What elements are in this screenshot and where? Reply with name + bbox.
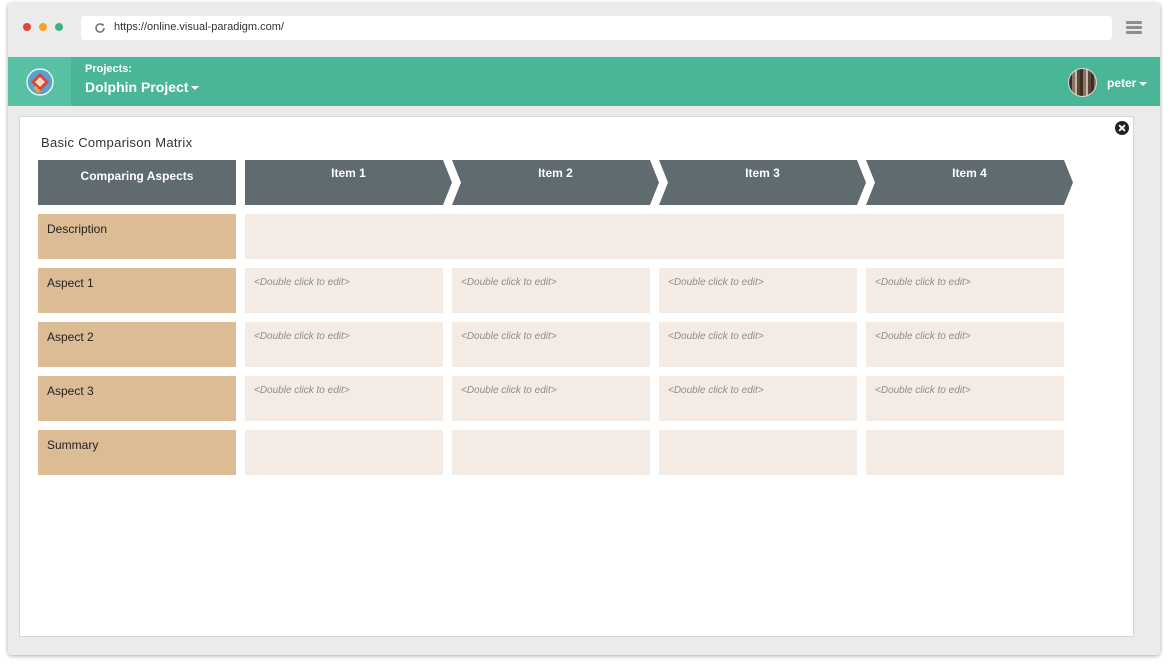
- row-label-aspect-3[interactable]: Aspect 3: [38, 376, 236, 421]
- description-cell[interactable]: [245, 214, 1064, 259]
- cell-aspect-2-item-2[interactable]: <Double click to edit>: [452, 322, 650, 367]
- close-icon[interactable]: [1115, 121, 1129, 135]
- matrix-title[interactable]: Basic Comparison Matrix: [41, 135, 192, 150]
- user-menu[interactable]: peter: [1107, 76, 1148, 90]
- cell-aspect-2-item-3[interactable]: <Double click to edit>: [659, 322, 857, 367]
- avatar[interactable]: [1068, 68, 1097, 97]
- item-label: Item 1: [331, 166, 366, 180]
- cell-aspect-1-item-2[interactable]: <Double click to edit>: [452, 268, 650, 313]
- address-bar[interactable]: https://online.visual-paradigm.com/: [81, 16, 1112, 40]
- item-header-3[interactable]: Item 3: [659, 160, 866, 205]
- reload-icon[interactable]: [94, 22, 106, 34]
- cell-aspect-3-item-1[interactable]: <Double click to edit>: [245, 376, 443, 421]
- cell-summary-item-1[interactable]: [245, 430, 443, 475]
- maximize-window-button[interactable]: [55, 23, 63, 31]
- url-text: https://online.visual-paradigm.com/: [114, 21, 284, 33]
- item-header-2[interactable]: Item 2: [452, 160, 659, 205]
- row-label-aspect-1[interactable]: Aspect 1: [38, 268, 236, 313]
- cell-aspect-2-item-1[interactable]: <Double click to edit>: [245, 322, 443, 367]
- comparing-aspects-header[interactable]: Comparing Aspects: [38, 160, 236, 205]
- item-header-1[interactable]: Item 1: [245, 160, 452, 205]
- browser-chrome: https://online.visual-paradigm.com/: [8, 3, 1160, 57]
- projects-label: Projects:: [85, 63, 133, 75]
- user-name: peter: [1107, 76, 1137, 90]
- hamburger-menu-icon[interactable]: [1126, 21, 1142, 35]
- app-logo[interactable]: [8, 57, 71, 106]
- item-header-4[interactable]: Item 4: [866, 160, 1073, 205]
- minimize-window-button[interactable]: [39, 23, 47, 31]
- cell-aspect-3-item-4[interactable]: <Double click to edit>: [866, 376, 1064, 421]
- project-name: Dolphin Project: [85, 79, 189, 95]
- close-window-button[interactable]: [23, 23, 31, 31]
- chevron-down-icon: [1139, 81, 1148, 86]
- cell-aspect-3-item-2[interactable]: <Double click to edit>: [452, 376, 650, 421]
- cell-aspect-1-item-4[interactable]: <Double click to edit>: [866, 268, 1064, 313]
- cell-aspect-1-item-1[interactable]: <Double click to edit>: [245, 268, 443, 313]
- project-selector[interactable]: Dolphin Project: [85, 79, 200, 95]
- row-label-summary[interactable]: Summary: [38, 430, 236, 475]
- chevron-down-icon: [191, 86, 200, 91]
- cell-aspect-1-item-3[interactable]: <Double click to edit>: [659, 268, 857, 313]
- cell-summary-item-4[interactable]: [866, 430, 1064, 475]
- row-label-aspect-2[interactable]: Aspect 2: [38, 322, 236, 367]
- app-header: Projects: Dolphin Project peter: [8, 57, 1160, 106]
- cell-aspect-2-item-4[interactable]: <Double click to edit>: [866, 322, 1064, 367]
- visual-paradigm-logo-icon: [26, 68, 54, 96]
- cell-aspect-3-item-3[interactable]: <Double click to edit>: [659, 376, 857, 421]
- item-label: Item 2: [538, 166, 573, 180]
- cell-summary-item-3[interactable]: [659, 430, 857, 475]
- cell-summary-item-2[interactable]: [452, 430, 650, 475]
- item-label: Item 4: [952, 166, 987, 180]
- item-label: Item 3: [745, 166, 780, 180]
- row-label-description[interactable]: Description: [38, 214, 236, 259]
